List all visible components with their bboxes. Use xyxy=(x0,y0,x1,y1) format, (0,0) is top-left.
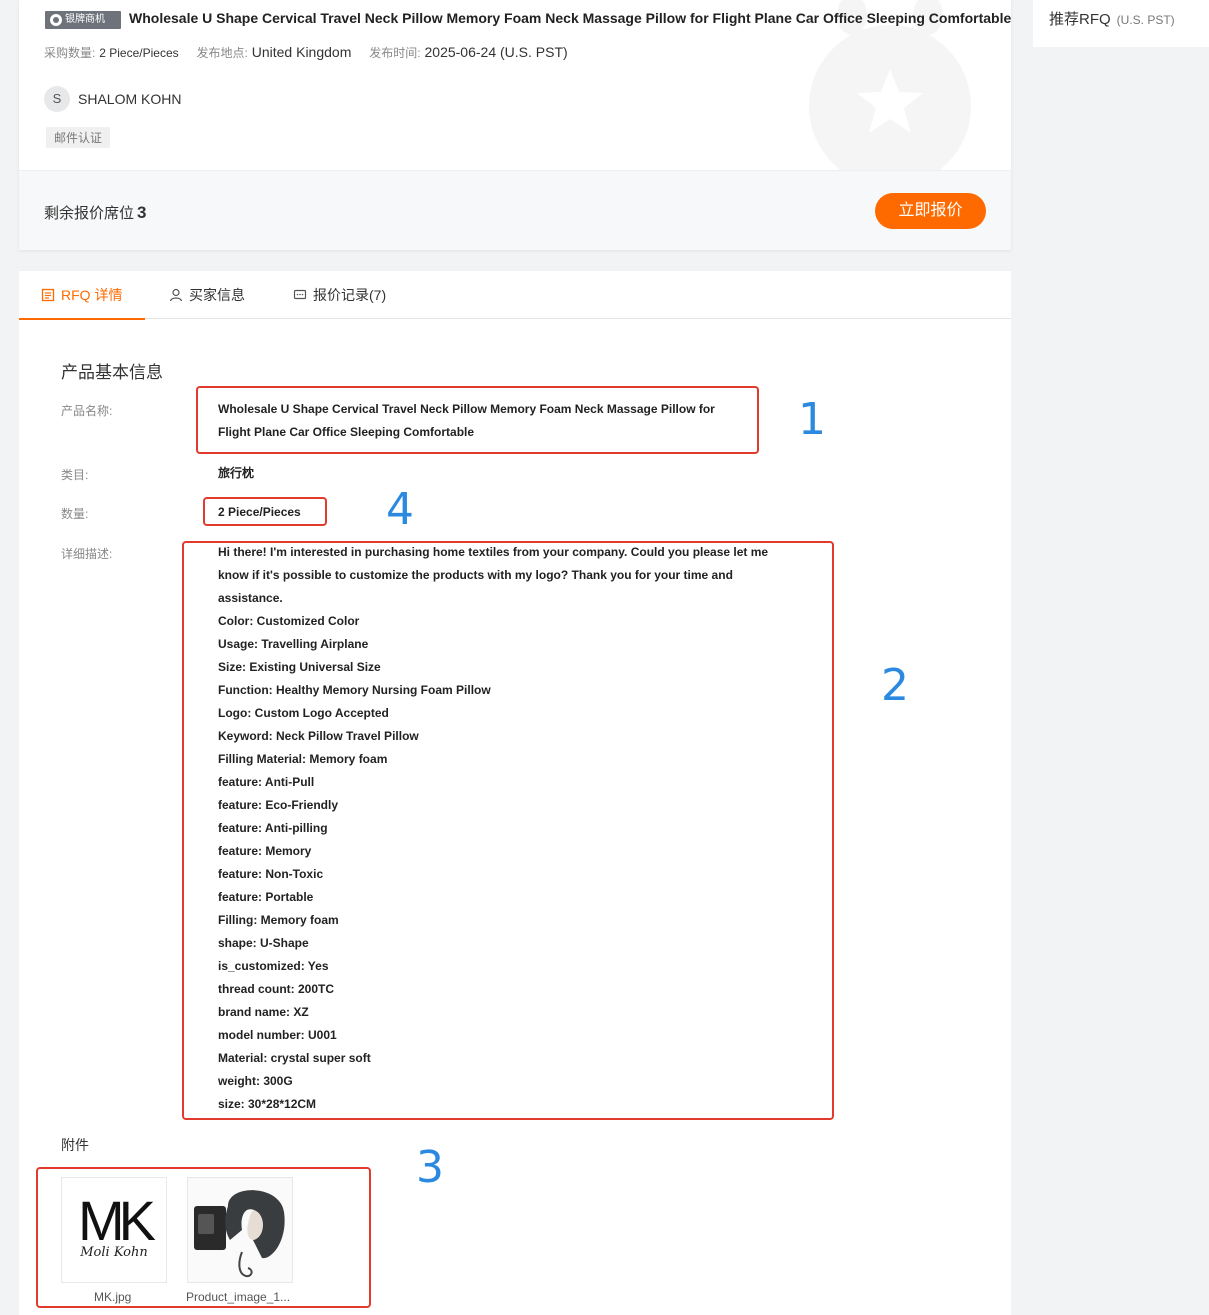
svg-text:MK: MK xyxy=(78,1189,156,1252)
buyer-info[interactable]: S SHALOM KOHN xyxy=(44,86,181,112)
spec-line: feature: Portable xyxy=(218,890,314,904)
description-intro: Hi there! I'm interested in purchasing h… xyxy=(218,545,769,605)
annotation-number: 2 xyxy=(881,660,909,711)
attachment-thumbnail-mk[interactable]: MK Moli Kohn xyxy=(61,1177,167,1283)
attachments-title: 附件 xyxy=(61,1137,89,1153)
spec-line: feature: Memory xyxy=(218,844,312,858)
rfq-meta: 采购数量: 2 Piece/Pieces 发布地点: United Kingdo… xyxy=(44,44,582,61)
qty-label: 采购数量: xyxy=(44,46,96,60)
spec-line: Filling Material: Memory foam xyxy=(218,752,388,766)
description-text: Hi there! I'm interested in purchasing h… xyxy=(218,541,778,1116)
quote-now-button[interactable]: 立即报价 xyxy=(875,193,986,229)
remaining-count: 3 xyxy=(137,203,147,222)
quantity-label: 数量: xyxy=(61,507,89,521)
quote-bar: 剩余报价席位 3 立即报价 xyxy=(19,170,1011,250)
spec-line: feature: Anti-Pull xyxy=(218,775,315,789)
spec-line: is_customized: Yes xyxy=(218,959,329,973)
rfq-summary-card: 银牌商机 Wholesale U Shape Cervical Travel N… xyxy=(19,0,1011,250)
product-name-value: Wholesale U Shape Cervical Travel Neck P… xyxy=(218,402,715,439)
annotation-number: 4 xyxy=(386,484,414,535)
detail-tabs: RFQ 详情 买家信息 报价记录(7) xyxy=(18,271,1011,320)
recommended-rfq-title[interactable]: 推荐RFQ (U.S. PST) xyxy=(1049,8,1175,29)
attachment-thumbnail-product[interactable] xyxy=(187,1177,293,1283)
spec-line: size: 30*28*12CM xyxy=(218,1097,317,1111)
product-name-label: 产品名称: xyxy=(61,404,113,418)
medal-icon xyxy=(50,14,62,26)
tab-rfq-details[interactable]: RFQ 详情 xyxy=(18,271,147,320)
spec-line: Filling: Memory foam xyxy=(218,913,339,927)
category-value: 旅行枕 xyxy=(218,466,255,480)
time-value: 2025-06-24 (U.S. PST) xyxy=(424,44,568,60)
attachment-name[interactable]: MK.jpg xyxy=(94,1290,131,1304)
quantity-value: 2 Piece/Pieces xyxy=(218,505,301,519)
spec-line: Function: Healthy Memory Nursing Foam Pi… xyxy=(218,683,491,697)
document-icon xyxy=(41,288,55,302)
spec-line: model number: U001 xyxy=(218,1028,337,1042)
section-title: 产品基本信息 xyxy=(61,363,163,382)
time-label: 发布时间: xyxy=(369,46,421,60)
spec-line: Logo: Custom Logo Accepted xyxy=(218,706,389,720)
avatar: S xyxy=(44,86,70,112)
silver-badge: 银牌商机 xyxy=(45,11,121,29)
timezone-label: (U.S. PST) xyxy=(1116,13,1175,27)
spec-line: feature: Anti-pilling xyxy=(218,821,328,835)
annotation-number: 3 xyxy=(416,1142,444,1193)
mk-logo-image: MK Moli Kohn xyxy=(78,1189,162,1260)
spec-line: Usage: Travelling Airplane xyxy=(218,637,369,651)
spec-line: Material: crystal super soft xyxy=(218,1051,371,1065)
recommended-rfq-panel: 推荐RFQ (U.S. PST) xyxy=(1033,0,1209,47)
description-label: 详细描述: xyxy=(61,547,113,561)
location-value: United Kingdom xyxy=(251,44,352,60)
attachment-name[interactable]: Product_image_1... xyxy=(186,1290,290,1304)
category-label: 类目: xyxy=(61,468,89,482)
rfq-title[interactable]: Wholesale U Shape Cervical Travel Neck P… xyxy=(129,10,1011,26)
spec-line: brand name: XZ xyxy=(218,1005,309,1019)
email-verified-tag: 邮件认证 xyxy=(46,127,111,148)
spec-line: shape: U-Shape xyxy=(218,936,309,950)
remaining-slots: 剩余报价席位 3 xyxy=(44,203,147,222)
spec-line: thread count: 200TC xyxy=(218,982,335,996)
chat-icon xyxy=(293,288,307,302)
annotation-number: 1 xyxy=(798,394,826,445)
spec-line: weight: 300G xyxy=(218,1074,293,1088)
neck-pillow-image xyxy=(188,1178,292,1282)
tab-quote-records[interactable]: 报价记录(7) xyxy=(293,271,386,319)
user-icon xyxy=(169,288,183,302)
location-label: 发布地点: xyxy=(196,46,248,60)
spec-line: Keyword: Neck Pillow Travel Pillow xyxy=(218,729,419,743)
qty-value: 2 Piece/Pieces xyxy=(99,46,179,60)
rfq-detail-card: RFQ 详情 买家信息 报价记录(7) 产品基本信息 产品名称: Wholesa… xyxy=(18,271,1011,1315)
spec-line: feature: Non-Toxic xyxy=(218,867,324,881)
star-medal-icon xyxy=(809,0,971,187)
spec-line: Size: Existing Universal Size xyxy=(218,660,381,674)
spec-line: Color: Customized Color xyxy=(218,614,360,628)
spec-line: feature: Eco-Friendly xyxy=(218,798,339,812)
svg-text:Moli Kohn: Moli Kohn xyxy=(79,1245,148,1260)
buyer-name: SHALOM KOHN xyxy=(78,91,182,107)
tab-buyer-info[interactable]: 买家信息 xyxy=(169,271,245,319)
